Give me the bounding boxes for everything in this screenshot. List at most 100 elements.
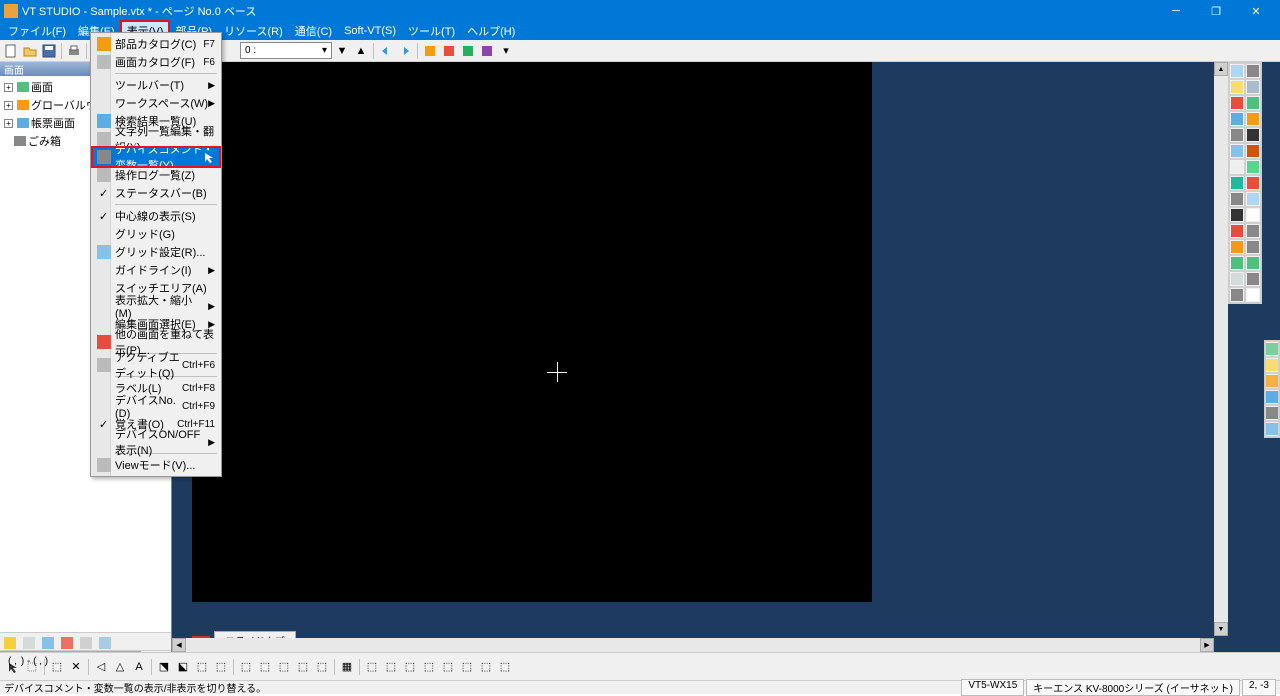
menu-item-画面カタログ[interactable]: 画面カタログ(F)F6 [93,53,219,71]
palette-btn-12-0[interactable] [1229,255,1245,271]
canvas[interactable] [192,62,872,602]
vertical-scrollbar[interactable]: ▲ ▼ [1214,62,1228,636]
bt-4[interactable]: ✕ [67,658,85,676]
palette-btn-6-0[interactable] [1229,159,1245,175]
new-button[interactable] [2,42,20,60]
color-palette-btn-3[interactable] [1265,389,1279,405]
menu-item-ガイドライン[interactable]: ガイドライン(I)▶ [93,261,219,279]
tb1-btn-d[interactable] [478,42,496,60]
scroll-up-button[interactable]: ▲ [1214,62,1228,76]
bt-21[interactable]: ⬚ [420,658,438,676]
page-up-button[interactable]: ▲ [352,42,370,60]
palette-btn-1-1[interactable] [1245,79,1261,95]
color-palette-btn-2[interactable] [1265,373,1279,389]
save-button[interactable] [40,42,58,60]
palette-btn-2-0[interactable] [1229,95,1245,111]
color-palette-btn-5[interactable] [1265,421,1279,437]
palette-btn-10-0[interactable] [1229,223,1245,239]
tb1-btn-a[interactable] [421,42,439,60]
scroll-right-button[interactable]: ▶ [1200,638,1214,652]
bt-9[interactable]: ⬕ [174,658,192,676]
bt-16[interactable]: ⬚ [313,658,331,676]
page-down-button[interactable]: ▼ [333,42,351,60]
menu-item-ステータスバー[interactable]: ✓ステータスバー(B) [93,184,219,202]
palette-btn-4-0[interactable] [1229,127,1245,143]
bt-19[interactable]: ⬚ [382,658,400,676]
scroll-left-button[interactable]: ◀ [172,638,186,652]
palette-btn-3-1[interactable] [1245,111,1261,127]
bt-18[interactable]: ⬚ [363,658,381,676]
palette-btn-9-0[interactable] [1229,207,1245,223]
color-palette-btn-1[interactable] [1265,357,1279,373]
bt-10[interactable]: ⬚ [193,658,211,676]
tb1-btn-e[interactable]: ▾ [497,42,515,60]
tb1-btn-c[interactable] [459,42,477,60]
menu-item-アクティブエディット[interactable]: アクティブエディット(Q)Ctrl+F6 [93,356,219,374]
minimize-button[interactable]: ─ [1156,0,1196,22]
bt-23[interactable]: ⬚ [458,658,476,676]
open-button[interactable] [21,42,39,60]
menu-通信[interactable]: 通信(C) [289,21,338,41]
bt-22[interactable]: ⬚ [439,658,457,676]
palette-btn-14-1[interactable] [1245,287,1261,303]
menu-リソース[interactable]: リソース(R) [218,21,289,41]
menu-item-デバイスNo.[interactable]: デバイスNo.(D)Ctrl+F9 [93,397,219,415]
bt-6[interactable]: △ [111,658,129,676]
palette-btn-11-0[interactable] [1229,239,1245,255]
palette-btn-5-0[interactable] [1229,143,1245,159]
palette-btn-3-0[interactable] [1229,111,1245,127]
menu-item-デバイスON/OFF表示[interactable]: デバイスON/OFF表示(N)▶ [93,433,219,451]
palette-btn-10-1[interactable] [1245,223,1261,239]
menu-item-グリッド設定[interactable]: グリッド設定(R)... [93,243,219,261]
bt-7[interactable]: A [130,658,148,676]
palette-btn-7-1[interactable] [1245,175,1261,191]
palette-btn-0-1[interactable] [1245,63,1261,79]
color-palette-btn-4[interactable] [1265,405,1279,421]
menu-item-Viewモード[interactable]: Viewモード(V)... [93,456,219,474]
menu-item-部品カタログ[interactable]: 部品カタログ(C)F7 [93,35,219,53]
undo-nav-button[interactable] [377,42,395,60]
horizontal-scrollbar[interactable]: ◀ ▶ [172,638,1214,652]
palette-btn-2-1[interactable] [1245,95,1261,111]
close-button[interactable]: ✕ [1236,0,1276,22]
menu-item-ツールバー[interactable]: ツールバー(T)▶ [93,76,219,94]
scroll-down-button[interactable]: ▼ [1214,622,1228,636]
bt-13[interactable]: ⬚ [256,658,274,676]
menu-item-表示拡大・縮小[interactable]: 表示拡大・縮小(M)▶ [93,297,219,315]
palette-btn-12-1[interactable] [1245,255,1261,271]
bt-25[interactable]: ⬚ [496,658,514,676]
bt-5[interactable]: ◁ [92,658,110,676]
menu-ツール[interactable]: ツール(T) [402,21,461,41]
menu-soft-vt[interactable]: Soft-VT(S) [338,23,402,39]
palette-btn-13-0[interactable] [1229,271,1245,287]
palette-btn-6-1[interactable] [1245,159,1261,175]
menu-item-操作ログ一覧[interactable]: 操作ログ一覧(Z) [93,166,219,184]
print-button[interactable] [65,42,83,60]
bt-12[interactable]: ⬚ [237,658,255,676]
menu-item-グリッド[interactable]: グリッド(G) [93,225,219,243]
menu-item-中心線の表示[interactable]: ✓中心線の表示(S) [93,207,219,225]
maximize-button[interactable]: ❐ [1196,0,1236,22]
palette-btn-9-1[interactable] [1245,207,1261,223]
tb1-btn-b[interactable] [440,42,458,60]
canvas-area[interactable]: スライドタブ [172,62,1280,668]
redo-nav-button[interactable] [396,42,414,60]
bt-17[interactable]: ▦ [338,658,356,676]
bt-15[interactable]: ⬚ [294,658,312,676]
palette-btn-11-1[interactable] [1245,239,1261,255]
menu-item-ワークスペース[interactable]: ワークスペース(W)▶ [93,94,219,112]
palette-btn-1-0[interactable] [1229,79,1245,95]
bt-11[interactable]: ⬚ [212,658,230,676]
color-palette-btn-0[interactable] [1265,341,1279,357]
palette-btn-4-1[interactable] [1245,127,1261,143]
bt-8[interactable]: ⬔ [155,658,173,676]
bt-14[interactable]: ⬚ [275,658,293,676]
palette-btn-8-0[interactable] [1229,191,1245,207]
palette-btn-13-1[interactable] [1245,271,1261,287]
menu-ファイル[interactable]: ファイル(F) [2,21,72,41]
palette-btn-0-0[interactable] [1229,63,1245,79]
palette-btn-8-1[interactable] [1245,191,1261,207]
palette-btn-7-0[interactable] [1229,175,1245,191]
palette-btn-5-1[interactable] [1245,143,1261,159]
page-combo[interactable]: 0 :▾ [240,42,332,59]
